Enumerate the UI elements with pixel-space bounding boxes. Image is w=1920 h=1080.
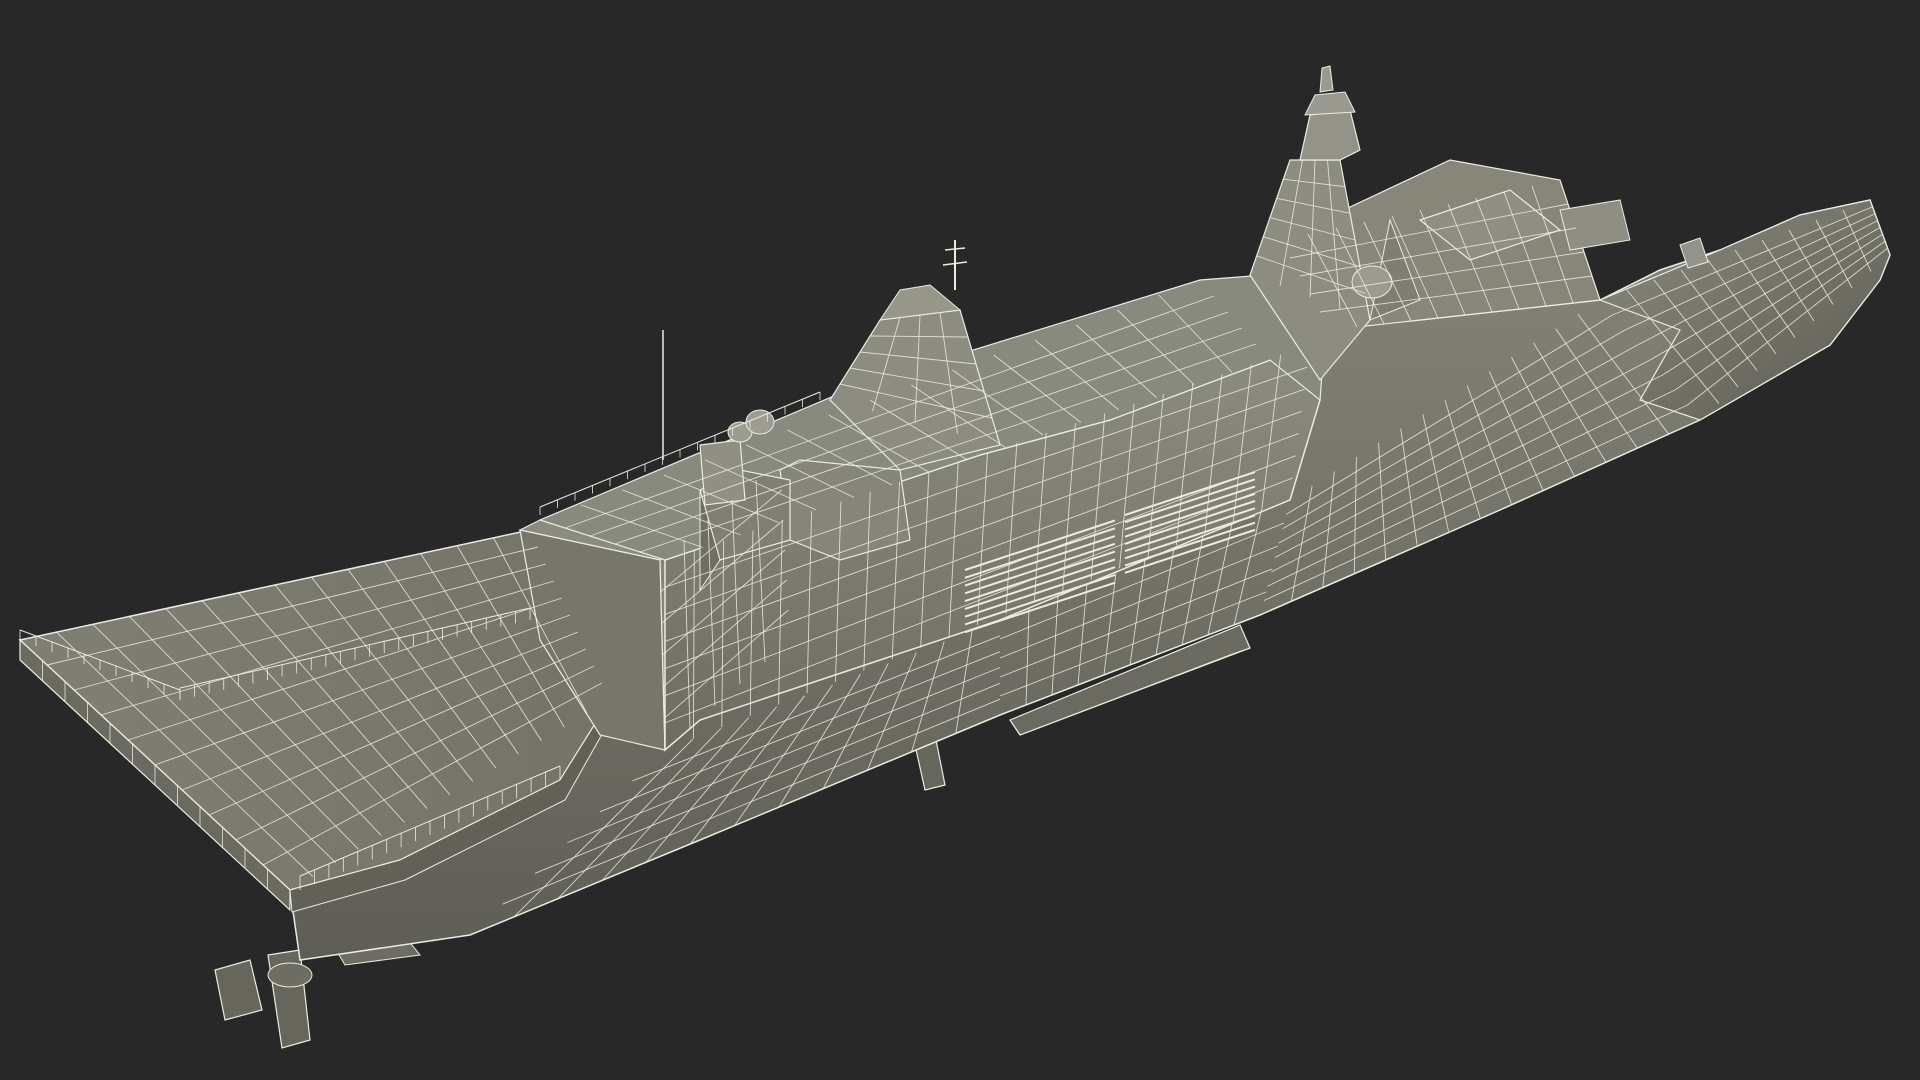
- render-viewport[interactable]: [0, 0, 1920, 1080]
- ship-wireframe-model: [18, 65, 1891, 1049]
